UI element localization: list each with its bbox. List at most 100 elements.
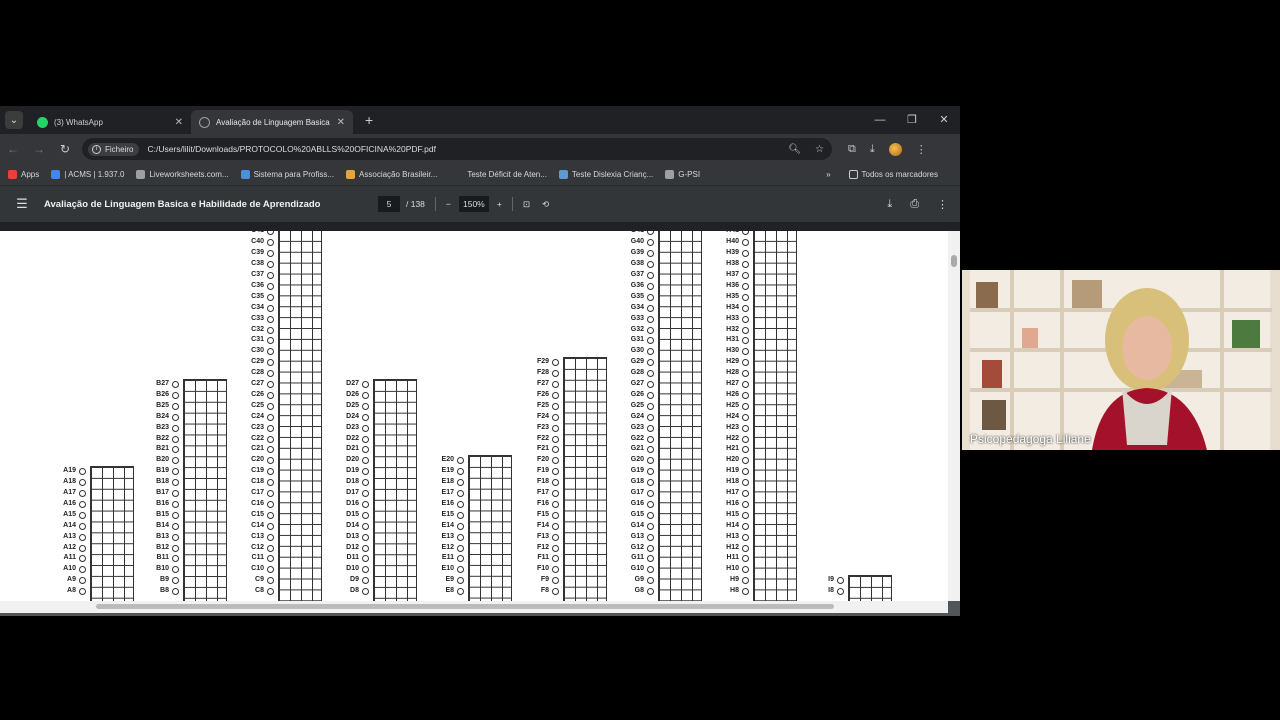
reload-icon[interactable]: ↻ <box>52 142 78 156</box>
menu-icon[interactable]: ⋮ <box>916 143 927 156</box>
item-label: C31 <box>251 336 264 344</box>
restore-icon[interactable]: ❐ <box>896 106 928 134</box>
minimize-icon[interactable]: — <box>864 106 896 134</box>
bookmark-label: Liveworksheets.com... <box>149 170 229 179</box>
item-label: B27 <box>156 380 169 387</box>
bookmark-item[interactable]: Associação Brasileir... <box>346 170 437 179</box>
site-info-chip[interactable]: i Ficheiro <box>88 142 140 156</box>
tab-whatsapp[interactable]: (3) WhatsApp ✕ <box>29 110 191 134</box>
tab-search-icon[interactable]: ⌄ <box>5 111 23 129</box>
item-circle <box>837 577 844 585</box>
item-label: C24 <box>251 412 264 420</box>
horizontal-scrollbar[interactable] <box>0 601 948 613</box>
item-circle <box>647 555 654 563</box>
bookmarks-more-icon[interactable]: » <box>826 170 830 179</box>
more-options-icon[interactable]: ⋮ <box>937 198 948 211</box>
bookmark-item[interactable]: Teste Dislexia Crianç... <box>558 170 653 179</box>
zoom-out-icon[interactable]: − <box>446 199 451 209</box>
close-icon[interactable]: ✕ <box>337 117 345 128</box>
vertical-scrollbar[interactable] <box>948 231 960 601</box>
item-circle <box>742 272 749 279</box>
zoom-input[interactable]: 150% <box>458 196 489 212</box>
item-label: H14 <box>726 521 739 529</box>
print-icon[interactable]: ⎙ <box>910 198 919 211</box>
item-circle <box>267 370 274 378</box>
zoom-icon[interactable]: 🔍︎ <box>788 144 801 155</box>
new-tab-button[interactable]: + <box>365 112 373 128</box>
pdf-viewport[interactable]: A19 A18 A17 A16 A15 A14 A13 A12 A11 A10 A9 A8 B27 B26… <box>0 231 960 616</box>
item-label: B15 <box>156 510 169 518</box>
item-circle <box>837 588 844 596</box>
bookmark-item[interactable]: G-PSI <box>665 170 700 179</box>
tab-title: (3) WhatsApp <box>54 117 103 127</box>
item-label: F16 <box>536 499 549 507</box>
webcam-image <box>962 270 1280 450</box>
menu-hamburger-icon[interactable]: ☰ <box>0 196 44 212</box>
toolbar: ← → ↻ i Ficheiro C:/Users/lilit/Download… <box>0 134 960 164</box>
item-label: G21 <box>630 445 644 453</box>
star-icon[interactable]: ☆ <box>815 144 824 155</box>
item-label: H29 <box>726 358 739 366</box>
item-label: E8 <box>445 587 454 595</box>
item-circle <box>79 577 86 585</box>
fit-page-icon[interactable]: ⊡ <box>523 199 530 210</box>
back-icon[interactable]: ← <box>0 142 26 156</box>
item-label: D25 <box>346 401 359 409</box>
item-circle <box>267 231 274 236</box>
item-label: B13 <box>156 532 169 540</box>
all-bookmarks-button[interactable]: Todos os marcadores <box>848 170 938 179</box>
item-label: G19 <box>630 467 644 475</box>
item-label: F18 <box>536 478 549 486</box>
item-circle <box>742 391 749 399</box>
extensions-icon[interactable]: ⧉ <box>848 143 856 156</box>
item-circle <box>552 359 559 367</box>
item-circle <box>647 500 654 508</box>
rotate-icon[interactable]: ⟲ <box>542 199 549 210</box>
item-circle <box>172 555 179 563</box>
item-label: D24 <box>346 412 359 420</box>
item-label: G12 <box>630 543 644 551</box>
item-circle <box>172 533 179 541</box>
download-pdf-icon[interactable]: ⤓ <box>887 198 892 211</box>
folder-icon <box>848 170 858 179</box>
item-circle <box>647 381 654 388</box>
item-circle <box>647 348 654 356</box>
pdf-page: A19 A18 A17 A16 A15 A14 A13 A12 A11 A10 A9 A8 B27 B26… <box>0 231 948 601</box>
scroll-thumb[interactable] <box>96 604 834 609</box>
item-label: D17 <box>346 489 359 496</box>
page-number-input[interactable]: 5 <box>378 196 400 212</box>
address-bar[interactable]: i Ficheiro C:/Users/lilit/Downloads/PROT… <box>82 138 832 160</box>
item-circle <box>79 555 86 563</box>
item-circle <box>172 479 179 487</box>
tab-pdf[interactable]: Avaliação de Linguagem Basica ✕ <box>191 110 353 134</box>
bookmark-item[interactable]: Liveworksheets.com... <box>136 170 229 179</box>
item-label: A10 <box>63 565 76 573</box>
item-circle <box>172 424 179 432</box>
item-circle <box>267 413 274 421</box>
item-circle <box>647 511 654 519</box>
forward-icon[interactable]: → <box>26 142 52 156</box>
download-icon[interactable]: ⤓ <box>870 143 875 156</box>
item-label: B14 <box>156 521 169 529</box>
item-label: H31 <box>726 336 739 344</box>
profile-avatar[interactable] <box>888 142 902 156</box>
item-label: D10 <box>346 565 359 573</box>
item-label: G10 <box>630 565 644 573</box>
item-circle <box>362 555 369 563</box>
bookmark-item[interactable]: | ACMS | 1.937.0 <box>51 170 124 179</box>
item-circle <box>79 490 86 497</box>
item-circle <box>79 479 86 487</box>
bookmark-item[interactable]: Teste Déficit de Aten... <box>467 170 547 179</box>
close-icon[interactable]: ✕ <box>175 117 183 128</box>
item-label: E20 <box>441 456 454 464</box>
participant-name: Psicopedagoga Liliane <box>970 432 1091 446</box>
scroll-thumb[interactable] <box>951 255 957 267</box>
item-label: G26 <box>630 390 644 398</box>
bookmark-item[interactable]: Apps <box>8 170 39 179</box>
close-window-icon[interactable]: ✕ <box>928 106 960 134</box>
item-circle <box>267 446 274 454</box>
item-circle <box>267 500 274 508</box>
item-circle <box>552 381 559 388</box>
bookmark-item[interactable]: Sistema para Profiss... <box>240 170 334 179</box>
zoom-in-icon[interactable]: + <box>497 199 502 209</box>
